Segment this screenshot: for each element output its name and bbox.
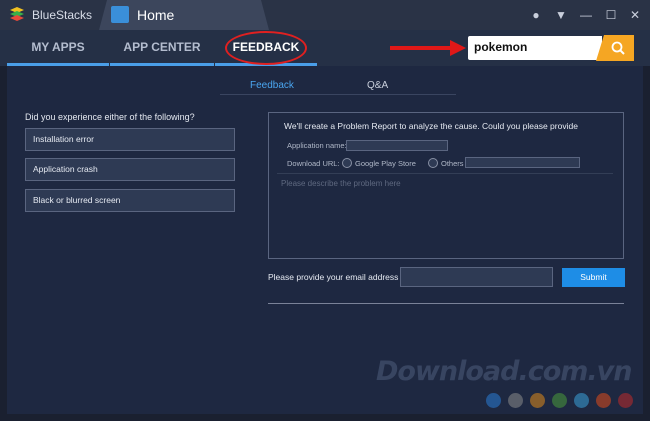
annotation-arrow-head [450, 40, 466, 56]
tab-home-label: Home [137, 7, 175, 23]
radio-others[interactable] [428, 158, 438, 168]
tab-app-center[interactable]: APP CENTER [110, 30, 214, 66]
bluestacks-logo-icon [10, 7, 24, 21]
watermark-dot [618, 393, 633, 408]
watermark-dot [552, 393, 567, 408]
app-name-field[interactable] [346, 140, 448, 151]
option-application-crash[interactable]: Application crash [25, 158, 235, 181]
download-url-label: Download URL: [287, 159, 340, 168]
google-play-label: Google Play Store [355, 159, 416, 168]
maximize-icon[interactable]: ☐ [603, 7, 619, 23]
description-divider [277, 173, 613, 174]
search-input-value: pokemon [474, 40, 528, 54]
watermark: Download.com.vn [376, 356, 633, 387]
submit-button[interactable]: Submit [562, 268, 625, 287]
email-field[interactable] [400, 267, 553, 287]
tab-my-apps-label: MY APPS [31, 40, 85, 54]
others-url-field[interactable] [465, 157, 580, 168]
app-name-label: Application name: [287, 141, 347, 150]
close-icon[interactable]: ✕ [627, 7, 643, 23]
description-textarea[interactable]: Please describe the problem here [281, 179, 401, 188]
report-title: We'll create a Problem Report to analyze… [284, 121, 578, 131]
title-bar: BlueStacks Home ● ▼ — ☐ ✕ [0, 0, 650, 30]
subtab-divider [220, 94, 456, 95]
question-text: Did you experience either of the followi… [25, 112, 195, 122]
email-label: Please provide your email address [268, 272, 399, 282]
annotation-circle [225, 31, 307, 65]
home-icon [111, 6, 129, 23]
subtab-qa[interactable]: Q&A [367, 80, 388, 91]
watermark-dot [574, 393, 589, 408]
option-installation-error[interactable]: Installation error [25, 128, 235, 151]
watermark-dot [596, 393, 611, 408]
others-label: Others [441, 159, 464, 168]
minimize-icon[interactable]: — [578, 7, 594, 23]
radio-google-play[interactable] [342, 158, 352, 168]
menu-dropdown-icon[interactable]: ▼ [553, 7, 569, 23]
tab-my-apps[interactable]: MY APPS [7, 30, 109, 66]
subtab-feedback[interactable]: Feedback [250, 80, 294, 91]
tab-app-center-label: APP CENTER [123, 40, 201, 54]
annotation-arrow [390, 46, 452, 50]
watermark-dot [508, 393, 523, 408]
app-name: BlueStacks [32, 8, 93, 22]
tab-home[interactable]: Home [99, 0, 269, 30]
option-black-screen[interactable]: Black or blurred screen [25, 189, 235, 212]
watermark-dot [530, 393, 545, 408]
divider [268, 303, 624, 304]
account-icon[interactable]: ● [528, 7, 544, 23]
watermark-dot [486, 393, 501, 408]
